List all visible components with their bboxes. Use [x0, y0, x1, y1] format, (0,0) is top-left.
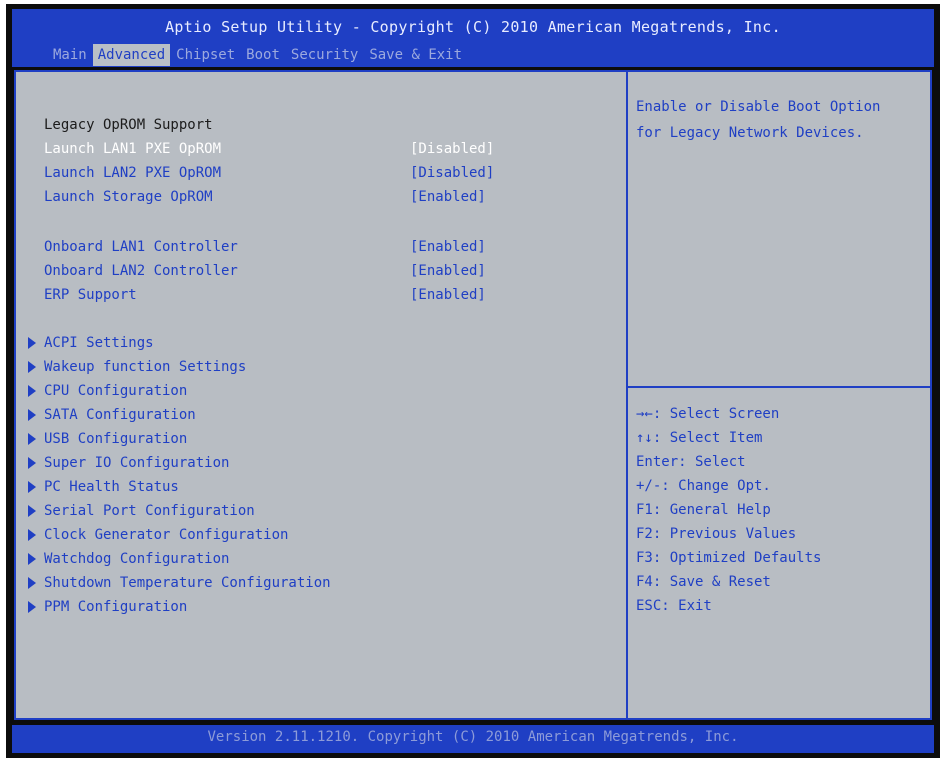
tab-main[interactable]: Main	[48, 44, 92, 66]
submenu-clock-generator-configuration[interactable]: Clock Generator Configuration	[28, 524, 288, 546]
key-hint-select-item: ↑↓: Select Item	[636, 430, 763, 446]
submenu-cpu-configuration[interactable]: CPU Configuration	[28, 380, 187, 402]
submenu-arrow-icon	[28, 553, 36, 565]
setting-launch-storage-oprom[interactable]: Launch Storage OpROM [Enabled]	[44, 186, 486, 208]
key-hint-optimized-defaults: F3: Optimized Defaults	[636, 550, 822, 566]
setting-value[interactable]: [Enabled]	[410, 186, 486, 208]
submenu-arrow-icon	[28, 505, 36, 517]
submenu-acpi-settings[interactable]: ACPI Settings	[28, 332, 154, 354]
tab-advanced[interactable]: Advanced	[92, 44, 171, 66]
submenu-usb-configuration[interactable]: USB Configuration	[28, 428, 187, 450]
tab-boot[interactable]: Boot	[241, 44, 285, 66]
setting-onboard-lan2-controller[interactable]: Onboard LAN2 Controller [Enabled]	[44, 260, 486, 282]
submenu-arrow-icon	[28, 457, 36, 469]
submenu-sata-configuration[interactable]: SATA Configuration	[28, 404, 196, 426]
key-hint-previous-values: F2: Previous Values	[636, 526, 797, 542]
submenu-label: Super IO Configuration	[44, 455, 230, 471]
submenu-arrow-icon	[28, 337, 36, 349]
setting-launch-lan2-pxe-oprom[interactable]: Launch LAN2 PXE OpROM [Disabled]	[44, 162, 494, 184]
setting-value[interactable]: [Enabled]	[410, 260, 486, 282]
setting-label: ERP Support	[44, 287, 137, 303]
title-bar: Aptio Setup Utility - Copyright (C) 2010…	[12, 9, 934, 67]
submenu-arrow-icon	[28, 601, 36, 613]
key-hint-general-help: F1: General Help	[636, 502, 771, 518]
key-hint-select-screen: →←: Select Screen	[636, 406, 780, 422]
footer-bar: Version 2.11.1210. Copyright (C) 2010 Am…	[12, 725, 934, 753]
tab-security[interactable]: Security	[286, 44, 363, 66]
submenu-label: Shutdown Temperature Configuration	[44, 575, 331, 591]
setting-onboard-lan1-controller[interactable]: Onboard LAN1 Controller [Enabled]	[44, 236, 486, 258]
key-hint-save-reset: F4: Save & Reset	[636, 574, 771, 590]
setting-value[interactable]: [Disabled]	[410, 162, 494, 184]
tab-bar: Main Advanced Chipset Boot Security Save…	[48, 44, 468, 66]
panel-divider-horizontal	[628, 386, 930, 388]
setting-label: Launch Storage OpROM	[44, 189, 213, 205]
submenu-arrow-icon	[28, 409, 36, 421]
key-hint-change-opt: +/-: Change Opt.	[636, 478, 771, 494]
submenu-arrow-icon	[28, 481, 36, 493]
submenu-label: PC Health Status	[44, 479, 179, 495]
submenu-label: USB Configuration	[44, 431, 188, 447]
submenu-label: ACPI Settings	[44, 335, 154, 351]
submenu-label: Serial Port Configuration	[44, 503, 255, 519]
submenu-serial-port-configuration[interactable]: Serial Port Configuration	[28, 500, 255, 522]
submenu-label: Clock Generator Configuration	[44, 527, 289, 543]
panel-divider-vertical	[626, 72, 628, 718]
key-hint-esc-exit: ESC: Exit	[636, 598, 712, 614]
setting-label: Launch LAN1 PXE OpROM	[44, 141, 222, 157]
main-panel: Legacy OpROM Support Launch LAN1 PXE OpR…	[14, 70, 932, 720]
submenu-watchdog-configuration[interactable]: Watchdog Configuration	[28, 548, 229, 570]
setting-value[interactable]: [Enabled]	[410, 236, 486, 258]
submenu-label: PPM Configuration	[44, 599, 188, 615]
section-heading: Legacy OpROM Support	[44, 117, 213, 133]
version-footer: Version 2.11.1210. Copyright (C) 2010 Am…	[207, 729, 739, 745]
tab-chipset[interactable]: Chipset	[171, 44, 240, 66]
setting-label: Onboard LAN1 Controller	[44, 239, 238, 255]
submenu-arrow-icon	[28, 529, 36, 541]
setting-label: Onboard LAN2 Controller	[44, 263, 238, 279]
setting-value[interactable]: [Disabled]	[410, 138, 494, 160]
submenu-label: SATA Configuration	[44, 407, 196, 423]
app-title: Aptio Setup Utility - Copyright (C) 2010…	[165, 18, 781, 36]
bios-screen: Aptio Setup Utility - Copyright (C) 2010…	[6, 4, 940, 758]
submenu-label: Watchdog Configuration	[44, 551, 230, 567]
submenu-super-io-configuration[interactable]: Super IO Configuration	[28, 452, 229, 474]
submenu-pc-health-status[interactable]: PC Health Status	[28, 476, 179, 498]
submenu-ppm-configuration[interactable]: PPM Configuration	[28, 596, 187, 618]
setting-value[interactable]: [Enabled]	[410, 284, 486, 306]
submenu-arrow-icon	[28, 433, 36, 445]
submenu-arrow-icon	[28, 361, 36, 373]
setting-erp-support[interactable]: ERP Support [Enabled]	[44, 284, 486, 306]
submenu-shutdown-temperature-configuration[interactable]: Shutdown Temperature Configuration	[28, 572, 331, 594]
submenu-label: CPU Configuration	[44, 383, 188, 399]
help-description: Enable or Disable Boot Option for Legacy…	[636, 99, 881, 141]
submenu-arrow-icon	[28, 577, 36, 589]
setting-label: Launch LAN2 PXE OpROM	[44, 165, 222, 181]
setting-launch-lan1-pxe-oprom[interactable]: Launch LAN1 PXE OpROM [Disabled]	[44, 138, 494, 160]
tab-save-exit[interactable]: Save & Exit	[364, 44, 467, 66]
submenu-wakeup-function-settings[interactable]: Wakeup function Settings	[28, 356, 246, 378]
submenu-arrow-icon	[28, 385, 36, 397]
submenu-label: Wakeup function Settings	[44, 359, 247, 375]
key-hint-enter-select: Enter: Select	[636, 454, 746, 470]
